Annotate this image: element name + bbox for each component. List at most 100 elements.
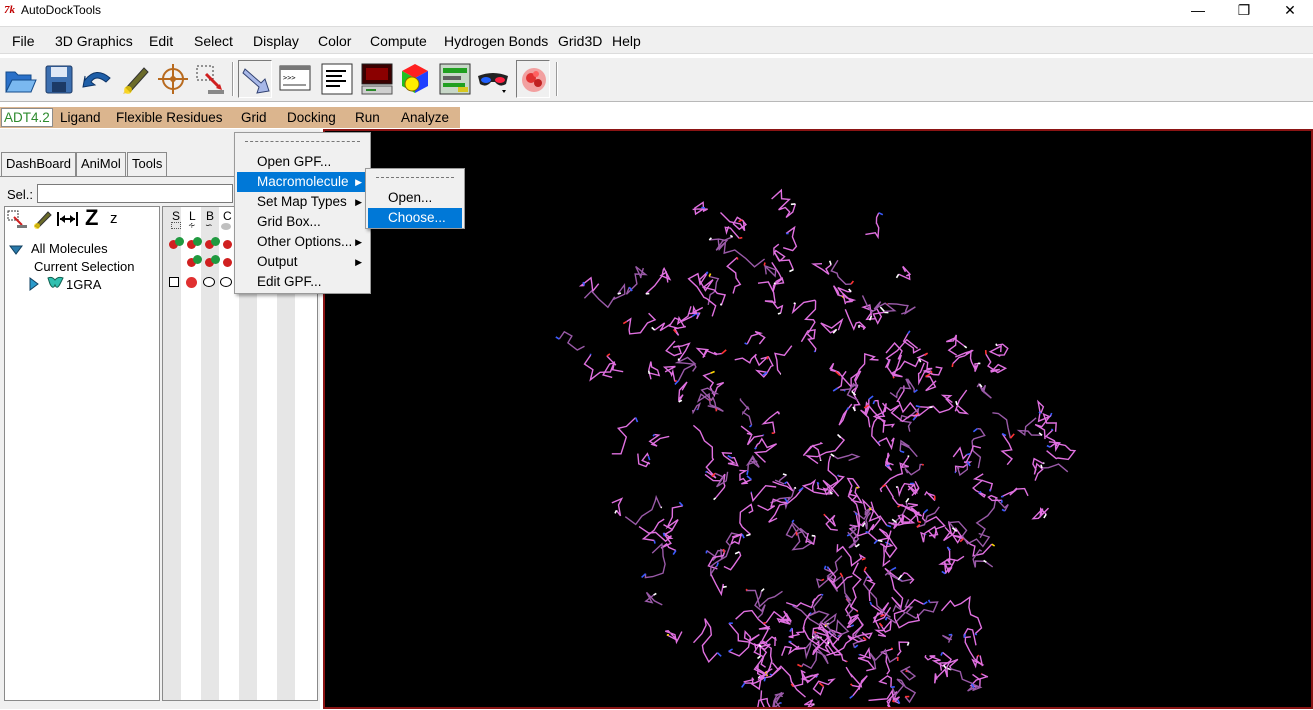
atom-bond bbox=[992, 544, 995, 546]
expand-toggle-icon[interactable] bbox=[9, 243, 23, 253]
atom-bond bbox=[721, 304, 722, 306]
row2-c-dot[interactable] bbox=[223, 258, 232, 267]
residue-chain bbox=[886, 453, 894, 471]
row3-c-toggle[interactable] bbox=[220, 277, 232, 287]
monitor-icon[interactable] bbox=[360, 60, 394, 98]
tab-analyze[interactable]: Analyze bbox=[401, 110, 449, 125]
atom-bond bbox=[851, 625, 854, 626]
residue-chain bbox=[886, 359, 920, 377]
atom-bond bbox=[831, 454, 834, 456]
toolbar: >>> bbox=[0, 58, 1313, 102]
menu-item-set-map-types[interactable]: Set Map Types▶ bbox=[237, 192, 368, 212]
minimize-icon[interactable]: — bbox=[1175, 0, 1221, 22]
row3-l-dot[interactable] bbox=[186, 277, 197, 288]
tab-flexible-residues[interactable]: Flexible Residues bbox=[116, 110, 223, 125]
select-box-icon[interactable] bbox=[194, 60, 228, 98]
atom-bond bbox=[873, 401, 874, 404]
menu-file[interactable]: File bbox=[12, 33, 35, 49]
molecule-surface-icon[interactable] bbox=[516, 60, 550, 98]
restore-icon[interactable]: ❐ bbox=[1221, 0, 1267, 22]
residue-chain bbox=[1042, 464, 1068, 472]
atom-bond bbox=[717, 653, 721, 657]
menu-item-open-macromolecule[interactable]: Open... bbox=[368, 188, 462, 208]
undo-arrow-icon[interactable] bbox=[80, 60, 114, 98]
selection-input[interactable] bbox=[37, 184, 233, 203]
atom-bond bbox=[746, 589, 747, 590]
menu-item-macromolecule[interactable]: Macromolecule▶ bbox=[237, 172, 368, 192]
crosshair-center-icon[interactable] bbox=[156, 60, 190, 98]
python-shell-icon[interactable]: >>> bbox=[278, 60, 312, 98]
open-folder-icon[interactable] bbox=[3, 60, 37, 98]
zoom-z-small-icon[interactable]: z bbox=[110, 210, 118, 227]
tree-node-1gra[interactable]: 1GRA bbox=[66, 277, 101, 292]
residue-chain bbox=[880, 457, 908, 492]
menu-item-other-options[interactable]: Other Options...▶ bbox=[237, 232, 368, 252]
row3-s-checkbox[interactable] bbox=[169, 277, 179, 287]
atom-bond bbox=[855, 513, 856, 515]
color-cube-icon[interactable] bbox=[398, 60, 432, 98]
tab-animol[interactable]: AniMol bbox=[76, 152, 126, 176]
row2-l-green-dot[interactable] bbox=[193, 255, 202, 264]
align-text-icon[interactable] bbox=[320, 60, 354, 98]
zoom-z-large-icon[interactable]: Z bbox=[85, 205, 98, 231]
pointer-hand-icon[interactable] bbox=[238, 60, 272, 98]
grid-panel-icon[interactable] bbox=[438, 60, 472, 98]
residue-chain bbox=[698, 394, 723, 411]
tab-dashboard[interactable]: DashBoard bbox=[1, 152, 76, 176]
residue-chain bbox=[864, 577, 891, 617]
menu-item-edit-gpf[interactable]: Edit GPF... bbox=[237, 272, 368, 292]
select-box-icon[interactable] bbox=[7, 209, 29, 229]
menu-tearoff[interactable] bbox=[376, 177, 454, 178]
atom-bond bbox=[679, 502, 682, 506]
menu-compute[interactable]: Compute bbox=[370, 33, 427, 49]
3d-viewer-canvas[interactable] bbox=[323, 129, 1313, 709]
tab-ligand[interactable]: Ligand bbox=[60, 110, 101, 125]
menu-edit[interactable]: Edit bbox=[149, 33, 173, 49]
residue-chain bbox=[977, 498, 1008, 538]
atom-bond bbox=[774, 283, 775, 284]
atom-bond bbox=[813, 636, 814, 638]
tab-run[interactable]: Run bbox=[355, 110, 380, 125]
tree-node-all-molecules[interactable]: All Molecules bbox=[31, 241, 108, 256]
close-icon[interactable]: ✕ bbox=[1267, 0, 1313, 22]
atom-bond bbox=[825, 566, 826, 569]
atom-bond bbox=[862, 559, 866, 560]
menu-tearoff[interactable] bbox=[245, 141, 360, 142]
row1-c-dot[interactable] bbox=[223, 240, 232, 249]
residue-chain bbox=[923, 513, 945, 538]
pencil-select-icon[interactable] bbox=[118, 60, 152, 98]
pencil-select-icon[interactable] bbox=[31, 209, 53, 229]
row1-s-green-dot[interactable] bbox=[175, 237, 184, 246]
menu-select[interactable]: Select bbox=[194, 33, 233, 49]
menu-item-open-gpf[interactable]: Open GPF... bbox=[237, 152, 368, 172]
save-disk-icon[interactable] bbox=[42, 60, 76, 98]
menu-help[interactable]: Help bbox=[612, 33, 641, 49]
residue-chain bbox=[897, 642, 908, 655]
tab-tools[interactable]: Tools bbox=[127, 152, 167, 176]
tab-docking[interactable]: Docking bbox=[287, 110, 336, 125]
stereo-glasses-icon[interactable] bbox=[476, 60, 510, 98]
residue-chain bbox=[650, 435, 669, 447]
row1-l-green-dot[interactable] bbox=[193, 237, 202, 246]
row3-b-toggle[interactable] bbox=[203, 277, 215, 287]
atom-bond bbox=[739, 238, 742, 239]
menu-display[interactable]: Display bbox=[253, 33, 299, 49]
tab-grid[interactable]: Grid bbox=[241, 110, 267, 125]
menu-item-output[interactable]: Output▶ bbox=[237, 252, 368, 272]
menu-hydrogen-bonds[interactable]: Hydrogen Bonds bbox=[444, 33, 548, 49]
tab-adt42[interactable]: ADT4.2 bbox=[1, 108, 53, 127]
menu-item-choose-macromolecule[interactable]: Choose... bbox=[368, 208, 462, 228]
distance-measure-icon[interactable] bbox=[55, 209, 81, 229]
atom-bond bbox=[714, 498, 716, 500]
residue-chain bbox=[975, 474, 992, 491]
menu-3d-graphics[interactable]: 3D Graphics bbox=[55, 33, 133, 49]
tree-node-current-selection[interactable]: Current Selection bbox=[34, 259, 134, 274]
collapse-toggle-icon[interactable] bbox=[29, 277, 39, 291]
atom-bond bbox=[859, 655, 860, 656]
row2-b-green-dot[interactable] bbox=[211, 255, 220, 264]
menu-item-grid-box[interactable]: Grid Box... bbox=[237, 212, 368, 232]
row1-b-green-dot[interactable] bbox=[211, 237, 220, 246]
residue-chain bbox=[839, 404, 852, 425]
menu-color[interactable]: Color bbox=[318, 33, 351, 49]
menu-grid3d[interactable]: Grid3D bbox=[558, 33, 602, 49]
